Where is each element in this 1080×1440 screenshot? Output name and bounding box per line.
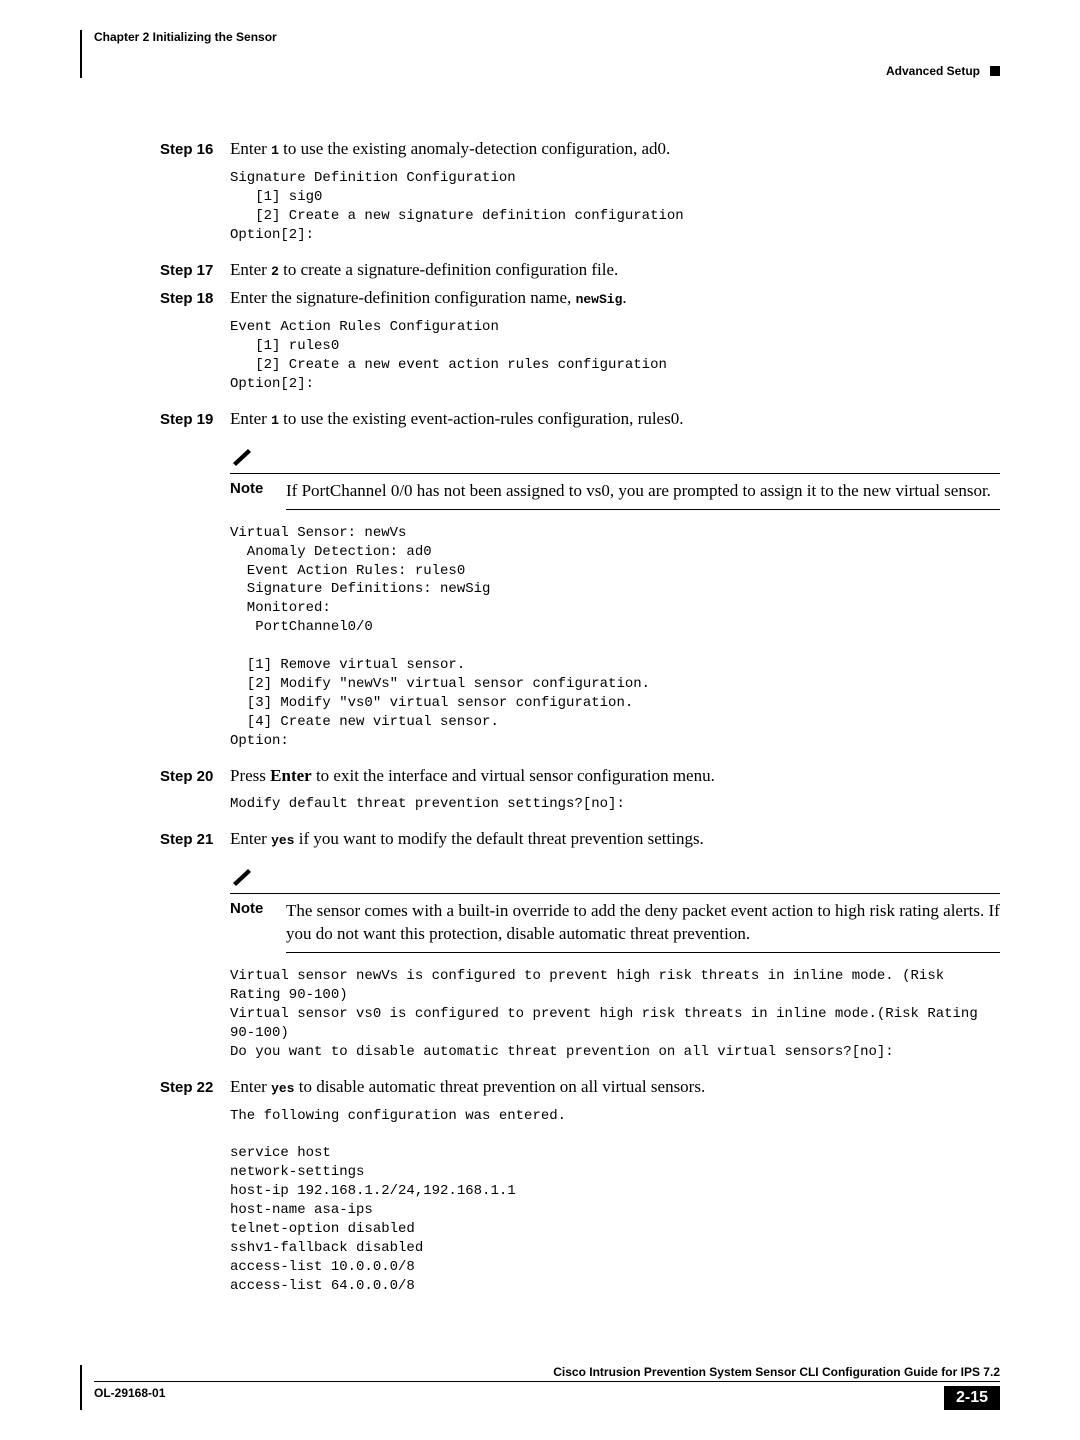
step-text-pre: Press <box>230 766 270 785</box>
step-20: Step 20 Press Enter to exit the interfac… <box>160 765 1000 788</box>
step-label: Step 17 <box>160 262 230 279</box>
page-header: Chapter 2 Initializing the Sensor Advanc… <box>80 30 1000 78</box>
note-text: The sensor comes with a built-in overrid… <box>286 900 1000 946</box>
keyword: yes <box>271 1081 294 1096</box>
step-17: Step 17 Enter 2 to create a signature-de… <box>160 259 1000 282</box>
step-text: Enter yes if you want to modify the defa… <box>230 828 1000 851</box>
note-divider <box>286 952 1000 953</box>
keyword: 2 <box>271 264 279 279</box>
code-block: Modify default threat prevention setting… <box>230 795 1000 814</box>
step-text: Enter the signature-definition configura… <box>230 287 1000 310</box>
code-block: Signature Definition Configuration [1] s… <box>230 169 1000 245</box>
code-block: Virtual Sensor: newVs Anomaly Detection:… <box>230 524 1000 751</box>
keyword: 1 <box>271 143 279 158</box>
step-text-pre: Enter <box>230 409 271 428</box>
page: Chapter 2 Initializing the Sensor Advanc… <box>0 0 1080 1440</box>
keyword: Enter <box>270 766 312 785</box>
step-text-pre: Enter <box>230 1077 271 1096</box>
step-text-post: to exit the interface and virtual sensor… <box>312 766 715 785</box>
page-footer: Cisco Intrusion Prevention System Sensor… <box>80 1365 1000 1410</box>
step-text-pre: Enter <box>230 260 271 279</box>
keyword: newSig <box>576 292 623 307</box>
code-block: The following configuration was entered.… <box>230 1107 1000 1296</box>
note-label: Note <box>230 480 286 497</box>
keyword: yes <box>271 833 294 848</box>
note-divider <box>230 473 1000 474</box>
step-label: Step 20 <box>160 768 230 785</box>
step-label: Step 22 <box>160 1079 230 1096</box>
step-16: Step 16 Enter 1 to use the existing anom… <box>160 138 1000 161</box>
step-text-pre: Enter the signature-definition configura… <box>230 288 576 307</box>
step-18: Step 18 Enter the signature-definition c… <box>160 287 1000 310</box>
keyword: 1 <box>271 413 279 428</box>
step-21: Step 21 Enter yes if you want to modify … <box>160 828 1000 851</box>
step-text-post: to disable automatic threat prevention o… <box>294 1077 705 1096</box>
step-22: Step 22 Enter yes to disable automatic t… <box>160 1076 1000 1099</box>
step-19: Step 19 Enter 1 to use the existing even… <box>160 408 1000 431</box>
note-divider <box>286 509 1000 510</box>
step-text: Enter 1 to use the existing anomaly-dete… <box>230 138 1000 161</box>
note-pencil-icon <box>230 865 256 887</box>
chapter-title: Chapter 2 Initializing the Sensor <box>94 30 277 44</box>
footer-title: Cisco Intrusion Prevention System Sensor… <box>553 1365 1000 1379</box>
step-text: Enter 2 to create a signature-definition… <box>230 259 1000 282</box>
footer-document-id: OL-29168-01 <box>94 1386 165 1400</box>
step-label: Step 19 <box>160 411 230 428</box>
note-text: If PortChannel 0/0 has not been assigned… <box>286 480 1000 503</box>
step-text: Enter yes to disable automatic threat pr… <box>230 1076 1000 1099</box>
note-label: Note <box>230 900 286 917</box>
step-text: Press Enter to exit the interface and vi… <box>230 765 1000 788</box>
step-label: Step 21 <box>160 831 230 848</box>
step-label: Step 16 <box>160 141 230 158</box>
section-title-wrap: Advanced Setup <box>886 64 1000 78</box>
step-text-post: if you want to modify the default threat… <box>294 829 703 848</box>
note-block: Note If PortChannel 0/0 has not been ass… <box>230 445 1000 510</box>
header-marker-icon <box>990 66 1000 76</box>
content: Step 16 Enter 1 to use the existing anom… <box>160 138 1000 1295</box>
step-text-post: . <box>622 288 626 307</box>
page-number: 2-15 <box>944 1386 1000 1410</box>
note-divider <box>230 893 1000 894</box>
note-block: Note The sensor comes with a built-in ov… <box>230 865 1000 953</box>
note-pencil-icon <box>230 445 256 467</box>
step-label: Step 18 <box>160 290 230 307</box>
step-text-post: to use the existing event-action-rules c… <box>279 409 684 428</box>
code-block: Virtual sensor newVs is configured to pr… <box>230 967 1000 1061</box>
step-text-post: to use the existing anomaly-detection co… <box>279 139 670 158</box>
step-text-pre: Enter <box>230 829 271 848</box>
code-block: Event Action Rules Configuration [1] rul… <box>230 318 1000 394</box>
step-text: Enter 1 to use the existing event-action… <box>230 408 1000 431</box>
step-text-pre: Enter <box>230 139 271 158</box>
section-title: Advanced Setup <box>886 64 980 78</box>
step-text-post: to create a signature-definition configu… <box>279 260 618 279</box>
